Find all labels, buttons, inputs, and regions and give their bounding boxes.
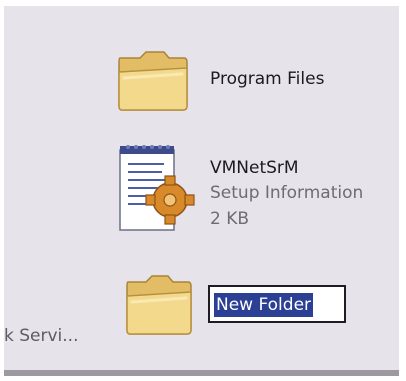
folder-icon (118, 51, 188, 111)
file-name-label: Program Files (210, 69, 325, 89)
rename-textbox[interactable]: New Folder (208, 285, 346, 323)
file-item-vmnetsrm[interactable]: VMNetSrM Setup Information 2 KB (114, 142, 384, 242)
monitor-bezel-edge (4, 370, 399, 376)
partial-item-label[interactable]: k Servi... (4, 328, 78, 345)
file-item-new-folder[interactable] (122, 268, 202, 344)
rename-selected-text[interactable]: New Folder (214, 293, 314, 317)
explorer-file-view: Program Files VMNetSrM Setup Information… (4, 6, 399, 376)
file-size-label: 2 KB (210, 209, 250, 229)
folder-icon (126, 275, 192, 335)
file-type-label: Setup Information (210, 183, 364, 203)
file-item-program-files[interactable]: Program Files (114, 44, 354, 120)
file-name-label: VMNetSrM (210, 158, 299, 178)
setup-information-file-icon (119, 145, 195, 231)
